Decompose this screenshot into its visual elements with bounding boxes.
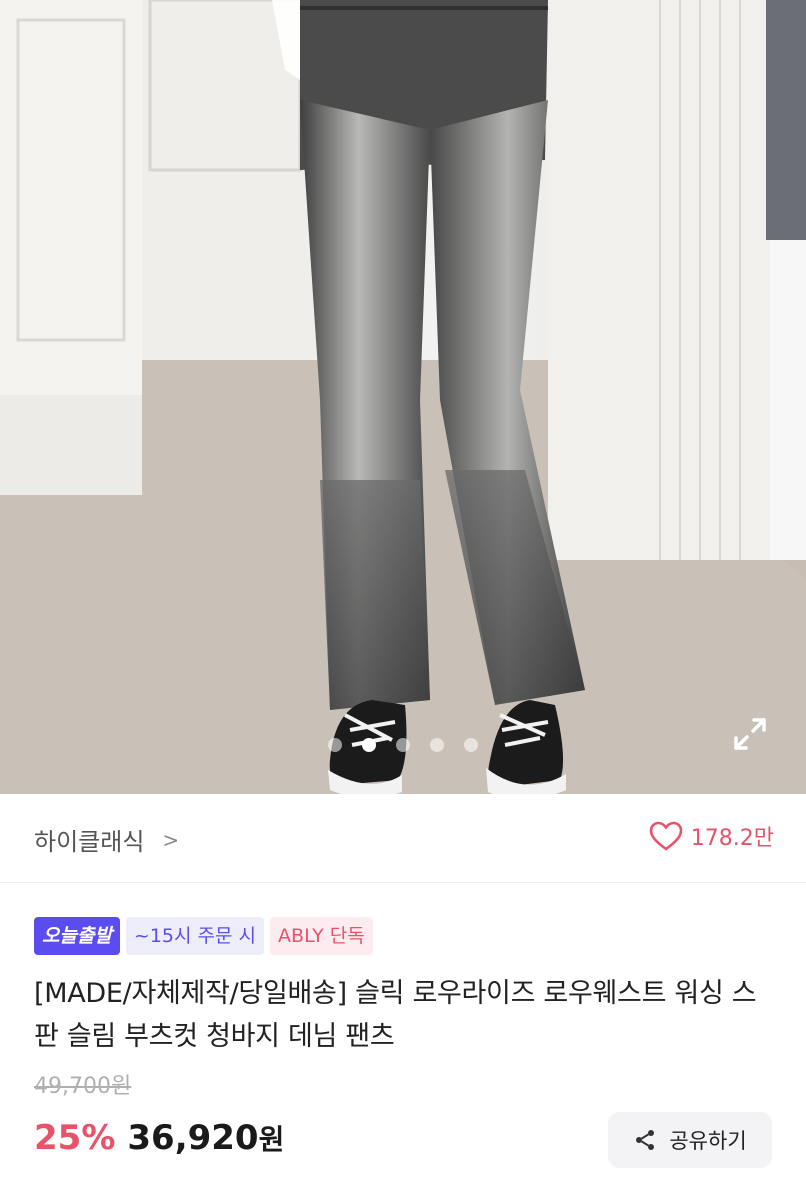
carousel-pagination[interactable] [0,738,806,754]
like-button[interactable]: 178.2만 [649,820,774,852]
seller-row: 하이클래식 > 178.2만 [0,794,806,883]
like-count: 178.2만 [690,826,774,851]
product-image-gallery[interactable] [0,0,806,794]
share-icon [636,1130,655,1150]
original-price: 49,700원 [34,1074,132,1099]
sale-price: 36,920 [127,1118,259,1158]
price-row: 25% 36,920원 [34,1118,284,1158]
exclusive-badge: ABLY 단독 [270,917,373,955]
carousel-dot[interactable] [430,738,444,752]
order-cutoff-badge: ~15시 주문 시 [125,917,265,955]
carousel-dot-active[interactable] [362,738,376,752]
carousel-dot[interactable] [464,738,478,752]
discount-rate: 25% [34,1118,116,1158]
heart-icon[interactable] [649,821,683,851]
expand-icon[interactable] [730,714,770,754]
chevron-right-icon: > [162,827,180,852]
share-label[interactable]: 공유하기 [669,1125,746,1155]
currency-unit: 원 [258,1123,285,1156]
carousel-dot[interactable] [396,738,410,752]
today-shipping-badge: 오늘출발 [34,917,120,955]
seller-link[interactable]: 하이클래식 > [34,822,179,857]
badge-row: 오늘출발 ~15시 주문 시 ABLY 단독 [34,917,373,955]
carousel-dot[interactable] [328,738,342,752]
seller-name[interactable]: 하이클래식 [34,822,144,857]
product-photo [0,0,806,794]
share-button[interactable]: 공유하기 [608,1112,772,1168]
product-title: [MADE/자체제작/당일배송] 슬릭 로우라이즈 로우웨스트 워싱 스판 슬림… [34,978,757,1052]
sale-price-group: 36,920원 [127,1118,284,1158]
